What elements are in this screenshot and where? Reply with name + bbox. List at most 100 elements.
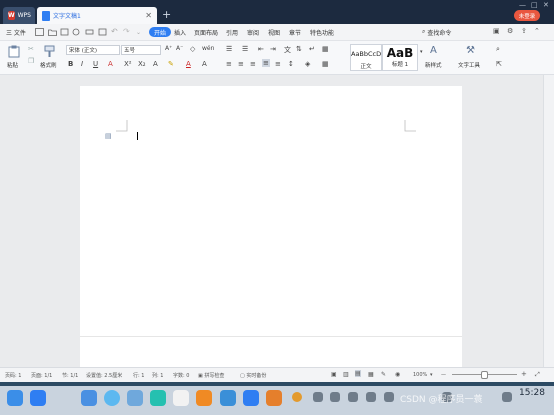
export-icon[interactable] xyxy=(60,28,69,36)
outline-view-icon[interactable]: ▥ xyxy=(343,371,349,378)
zoom-out-icon[interactable]: — xyxy=(441,372,446,378)
clear-format-icon[interactable]: ◇ xyxy=(190,45,195,53)
notes-icon[interactable] xyxy=(266,390,282,406)
underline-icon[interactable]: U xyxy=(93,60,98,68)
app-store-icon[interactable] xyxy=(196,390,212,406)
volume-icon[interactable] xyxy=(348,392,358,402)
print-preview-icon[interactable] xyxy=(72,28,81,36)
share-icon[interactable]: ⇪ xyxy=(521,27,530,35)
strikethrough-icon[interactable]: X² xyxy=(124,60,132,68)
highlight-icon[interactable]: ✎ xyxy=(168,60,174,68)
shading-icon[interactable]: ◈ xyxy=(305,60,310,68)
file-menu[interactable]: 三 文件 xyxy=(6,24,26,40)
wps-icon[interactable] xyxy=(243,390,259,406)
keyboard-icon[interactable] xyxy=(502,392,512,402)
vertical-scrollbar[interactable] xyxy=(543,75,554,367)
distributed-icon[interactable]: ≡ xyxy=(275,60,281,68)
protect-icon[interactable]: ▣ xyxy=(331,371,337,378)
new-style-icon[interactable]: A xyxy=(430,45,437,56)
menu-references[interactable]: 引用 xyxy=(226,24,238,40)
paste-icon[interactable] xyxy=(8,45,20,58)
align-center-icon[interactable]: ≡ xyxy=(238,60,244,68)
font-effect-icon[interactable]: A xyxy=(108,60,113,68)
collapse-ribbon-icon[interactable]: ⌃ xyxy=(534,27,543,35)
tray-usb-icon[interactable] xyxy=(330,392,340,402)
tray-device-icon[interactable] xyxy=(313,392,323,402)
document-page[interactable]: ▤ xyxy=(80,86,462,367)
text-tools-icon[interactable]: ⚒ xyxy=(466,45,475,56)
sort-icon[interactable]: ⇅ xyxy=(296,45,302,53)
login-badge[interactable]: 未登录 xyxy=(514,10,540,21)
format-painter-icon[interactable] xyxy=(44,45,55,58)
backup-toggle[interactable]: ▢ 实时备份 xyxy=(240,372,266,379)
select-icon[interactable]: ⇱ xyxy=(496,60,502,68)
font-size-select[interactable]: 五号 xyxy=(121,45,161,55)
zoom-in-icon[interactable]: + xyxy=(521,370,527,378)
new-style-button[interactable]: 新样式 xyxy=(425,61,442,69)
calendar-icon[interactable] xyxy=(173,390,189,406)
bold-icon[interactable]: B xyxy=(68,60,73,68)
network-icon[interactable] xyxy=(366,392,376,402)
music-icon[interactable] xyxy=(150,390,166,406)
chevron-down-icon[interactable]: ⌄ xyxy=(136,29,145,37)
align-right-icon[interactable]: ≡ xyxy=(250,60,256,68)
new-tab-icon[interactable]: + xyxy=(162,8,171,21)
font-name-select[interactable]: 宋体 (正文) xyxy=(66,45,120,55)
font-color-icon[interactable]: A xyxy=(186,60,191,68)
menu-start[interactable]: 开始 xyxy=(149,27,172,37)
pen-icon[interactable] xyxy=(384,392,394,402)
write-view-icon[interactable]: ✎ xyxy=(381,371,386,378)
settings-icon[interactable] xyxy=(220,390,236,406)
numbered-list-icon[interactable]: ☰ xyxy=(242,45,248,53)
home-icon[interactable] xyxy=(30,390,46,406)
menu-review[interactable]: 审阅 xyxy=(247,24,259,40)
web-view-icon[interactable]: ▦ xyxy=(368,371,374,378)
close-tab-icon[interactable]: ✕ xyxy=(145,11,152,20)
cloud-icon[interactable]: ▣ xyxy=(493,27,502,35)
eye-protect-icon[interactable]: ◉ xyxy=(395,371,400,378)
decrease-font-icon[interactable]: A⁻ xyxy=(176,45,183,52)
clock[interactable]: 15:28 xyxy=(519,388,545,398)
style-normal[interactable]: AaBbCcD 正文 xyxy=(350,44,382,71)
justify-icon[interactable]: ≡ xyxy=(262,59,270,67)
increase-indent-icon[interactable]: ⇥ xyxy=(270,45,276,53)
zoom-dropdown-icon[interactable]: ▾ xyxy=(430,372,433,378)
decrease-indent-icon[interactable]: ⇤ xyxy=(258,45,264,53)
open-icon[interactable] xyxy=(48,28,57,36)
preview-icon[interactable] xyxy=(98,28,107,36)
paragraph-layout-icon[interactable]: ▤ xyxy=(105,132,112,140)
spell-check-toggle[interactable]: ▣ 拼写检查 xyxy=(198,372,224,379)
bullet-list-icon[interactable]: ☰ xyxy=(226,45,232,53)
format-painter-button[interactable]: 格式刷 xyxy=(40,61,57,69)
browser-icon[interactable] xyxy=(104,390,120,406)
border-icon[interactable]: ▦ xyxy=(322,60,329,68)
align-left-icon[interactable]: ≡ xyxy=(226,60,232,68)
tray-app-icon[interactable] xyxy=(292,392,302,402)
menu-sections[interactable]: 章节 xyxy=(289,24,301,40)
gear-icon[interactable]: ⚙ xyxy=(507,27,516,35)
character-border-icon[interactable]: A xyxy=(153,60,158,68)
menu-page-layout[interactable]: 页面布局 xyxy=(194,24,218,40)
print-icon[interactable] xyxy=(85,28,94,36)
menu-view[interactable]: 视图 xyxy=(268,24,280,40)
close-window-icon[interactable]: ✕ xyxy=(543,1,549,9)
menu-insert[interactable]: 插入 xyxy=(174,24,186,40)
pinyin-icon[interactable]: wén xyxy=(202,45,214,52)
line-spacing-icon[interactable]: ↕ xyxy=(288,60,294,68)
find-icon[interactable]: ⌕ xyxy=(496,45,500,54)
maximize-icon[interactable]: □ xyxy=(531,1,538,9)
file-manager-icon[interactable] xyxy=(81,390,97,406)
chinese-layout-icon[interactable]: 文 xyxy=(284,45,291,55)
italic-icon[interactable]: I xyxy=(81,60,83,68)
zoom-slider-handle[interactable] xyxy=(481,371,488,379)
undo-icon[interactable]: ↶ xyxy=(111,27,120,36)
save-icon[interactable] xyxy=(35,28,44,36)
styles-more-icon[interactable]: ▾ xyxy=(420,49,423,55)
word-count[interactable]: 字数: 0 xyxy=(173,372,189,379)
zoom-level[interactable]: 100% xyxy=(413,372,427,378)
text-tools-button[interactable]: 文字工具 xyxy=(458,61,480,69)
fit-window-icon[interactable]: ⤢ xyxy=(535,371,540,379)
show-marks-icon[interactable]: ↵ xyxy=(309,45,315,53)
launcher-icon[interactable] xyxy=(7,390,23,406)
redo-icon[interactable]: ↷ xyxy=(123,27,132,36)
